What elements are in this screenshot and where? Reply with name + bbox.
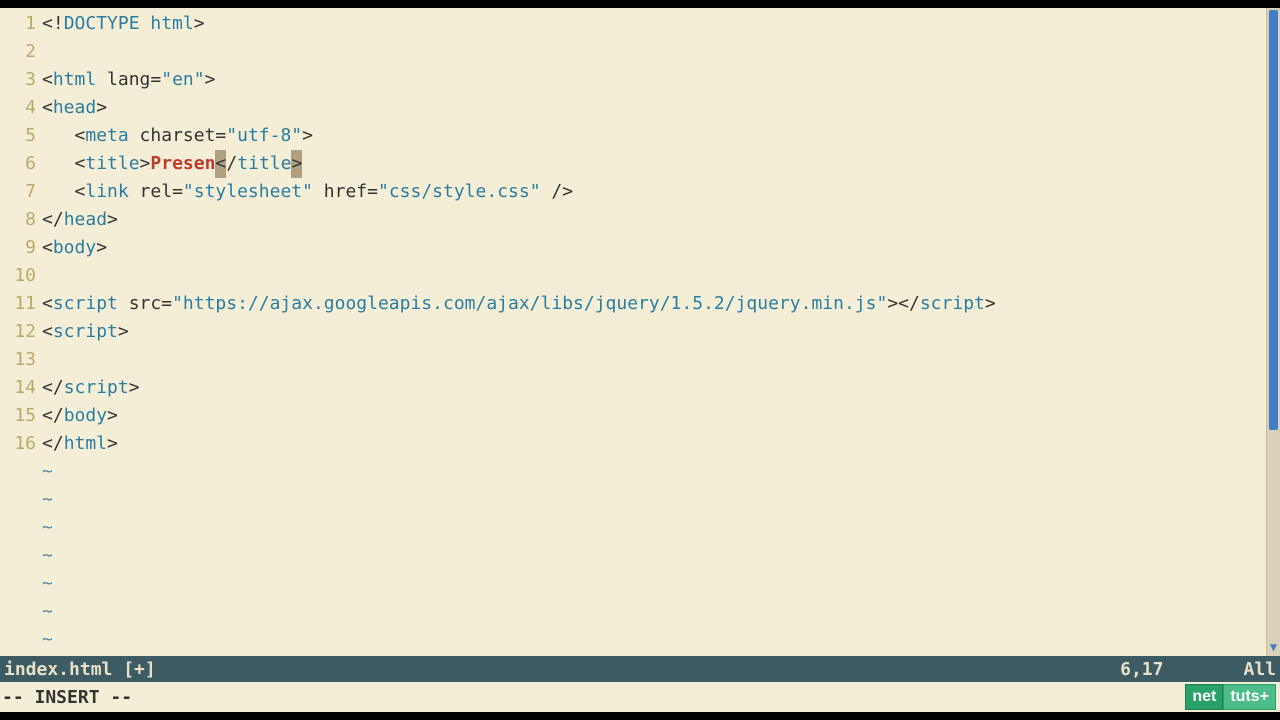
line-number: 5 — [0, 122, 42, 150]
empty-line-tilde: ~ — [42, 570, 1266, 598]
code-line[interactable]: <script> — [42, 318, 1266, 346]
line-number: 9 — [0, 234, 42, 262]
code-line[interactable]: <script src="https://ajax.googleapis.com… — [42, 290, 1266, 318]
status-scroll-indicator: All — [1243, 659, 1276, 680]
scrollbar-thumb[interactable] — [1269, 10, 1278, 430]
line-number: 3 — [0, 66, 42, 94]
editor-mode-indicator: -- INSERT -- — [2, 687, 132, 708]
line-number: 7 — [0, 178, 42, 206]
line-number: 4 — [0, 94, 42, 122]
code-line[interactable]: <!DOCTYPE html> — [42, 10, 1266, 38]
window-bottom-border — [0, 712, 1280, 720]
line-number: 16 — [0, 430, 42, 458]
line-number: 10 — [0, 262, 42, 290]
line-number: 11 — [0, 290, 42, 318]
empty-line-tilde: ~ — [42, 458, 1266, 486]
scrollbar-down-arrow-icon[interactable]: ▼ — [1267, 640, 1280, 654]
empty-line-tilde: ~ — [42, 626, 1266, 654]
command-bar: -- INSERT -- net tuts+ — [0, 682, 1280, 712]
code-line[interactable]: <body> — [42, 234, 1266, 262]
line-number: 14 — [0, 374, 42, 402]
line-number: 6 — [0, 150, 42, 178]
code-line[interactable]: <title>Presen</title> — [42, 150, 1266, 178]
code-line[interactable] — [42, 38, 1266, 66]
window-top-border — [0, 0, 1280, 8]
code-line[interactable]: </html> — [42, 430, 1266, 458]
code-line[interactable]: <link rel="stylesheet" href="css/style.c… — [42, 178, 1266, 206]
line-number-gutter: 12345678910111213141516 — [0, 8, 42, 656]
status-bar: index.html [+] 6,17 All — [0, 656, 1280, 682]
code-line[interactable]: <head> — [42, 94, 1266, 122]
line-number: 12 — [0, 318, 42, 346]
code-line[interactable]: <html lang="en"> — [42, 66, 1266, 94]
logo-net-segment: net — [1185, 684, 1223, 710]
status-cursor-position: 6,17 — [1120, 659, 1163, 680]
code-line[interactable] — [42, 346, 1266, 374]
line-number: 8 — [0, 206, 42, 234]
empty-line-tilde: ~ — [42, 598, 1266, 626]
vertical-scrollbar[interactable]: ▼ — [1266, 8, 1280, 656]
logo-tuts-segment: tuts+ — [1223, 684, 1276, 710]
empty-line-tilde: ~ — [42, 486, 1266, 514]
line-number: 2 — [0, 38, 42, 66]
code-line[interactable]: <meta charset="utf-8"> — [42, 122, 1266, 150]
empty-line-tilde: ~ — [42, 542, 1266, 570]
line-number: 15 — [0, 402, 42, 430]
empty-line-tilde: ~ — [42, 514, 1266, 542]
line-number: 13 — [0, 346, 42, 374]
code-line[interactable]: </head> — [42, 206, 1266, 234]
code-line[interactable]: </body> — [42, 402, 1266, 430]
nettuts-logo: net tuts+ — [1185, 684, 1276, 710]
editor-area[interactable]: 12345678910111213141516 <!DOCTYPE html><… — [0, 8, 1280, 656]
code-content[interactable]: <!DOCTYPE html> <html lang="en"><head> <m… — [42, 8, 1266, 656]
code-line[interactable] — [42, 262, 1266, 290]
code-line[interactable]: </script> — [42, 374, 1266, 402]
line-number: 1 — [0, 10, 42, 38]
status-filename: index.html [+] — [4, 659, 1120, 680]
